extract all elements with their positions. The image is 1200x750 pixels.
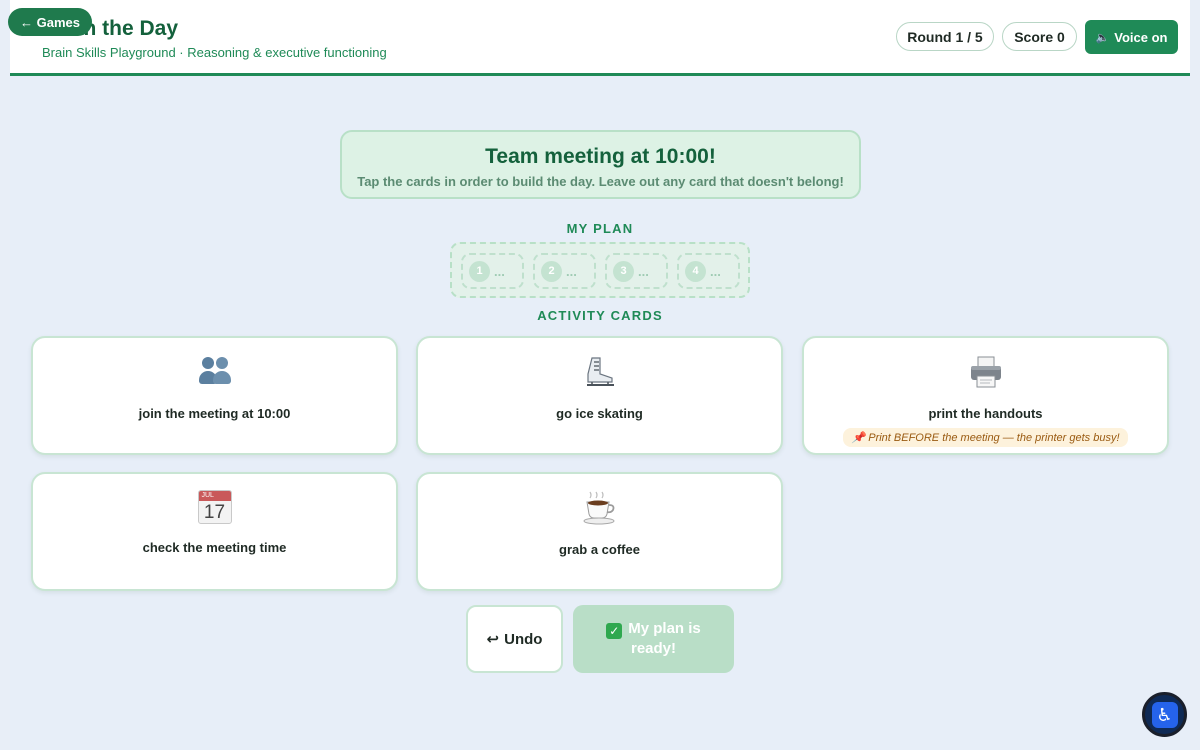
voice-toggle-button[interactable]: 🔈 Voice on — [1085, 20, 1178, 54]
slot-number: 2 — [541, 260, 562, 282]
plan-slot-1[interactable]: 1 ... — [461, 253, 524, 289]
top-bar: Plan the Day Brain Skills Playground · R… — [10, 0, 1190, 76]
task-title: Team meeting at 10:00! — [485, 145, 716, 168]
card-label: check the meeting time — [142, 540, 287, 555]
slot-placeholder: ... — [710, 263, 721, 279]
accessibility-button[interactable]: ♿ — [1142, 692, 1187, 737]
task-instruction: Tap the cards in order to build the day.… — [357, 174, 844, 189]
slot-number: 1 — [469, 260, 490, 282]
card-hint: 📌 Print BEFORE the meeting — the printer… — [843, 428, 1128, 447]
undo-button[interactable]: ↩ Undo — [466, 605, 563, 673]
calendar-icon: JUL 17 — [197, 490, 232, 524]
accessibility-icon: ♿ — [1151, 701, 1178, 728]
page-subtitle: Brain Skills Playground · Reasoning & ex… — [42, 45, 387, 60]
my-plan-heading: MY PLAN — [566, 221, 634, 236]
card-label: print the handouts — [928, 406, 1043, 421]
ice-skate-icon — [582, 354, 618, 390]
activity-card-check-time[interactable]: JUL 17 check the meeting time — [31, 472, 398, 591]
card-label: go ice skating — [556, 406, 643, 421]
people-icon — [197, 354, 233, 390]
back-to-games-button[interactable]: ← Games — [8, 8, 92, 36]
undo-label: Undo — [504, 630, 543, 648]
calendar-day: 17 — [203, 502, 226, 523]
plan-slot-4[interactable]: 4 ... — [677, 253, 740, 289]
score-indicator: Score 0 — [1002, 22, 1077, 51]
activity-card-grab-coffee[interactable]: grab a coffee — [416, 472, 783, 591]
printer-icon — [968, 354, 1004, 390]
check-icon: ✓ — [606, 623, 623, 639]
slot-placeholder: ... — [494, 263, 505, 279]
plan-slot-3[interactable]: 3 ... — [605, 253, 668, 289]
round-indicator: Round 1 / 5 — [896, 22, 994, 51]
plan-ready-button[interactable]: ✓ My plan is ready! — [573, 605, 734, 673]
activity-card-join-meeting[interactable]: join the meeting at 10:00 — [31, 336, 398, 455]
undo-icon: ↩ — [486, 631, 500, 648]
slot-number: 4 — [685, 260, 706, 282]
calendar-month: JUL — [198, 491, 231, 501]
card-label: grab a coffee — [559, 542, 640, 557]
coffee-icon — [582, 490, 618, 526]
slot-number: 3 — [613, 260, 634, 282]
activity-card-ice-skating[interactable]: go ice skating — [416, 336, 783, 455]
activity-card-print-handouts[interactable]: print the handouts 📌 Print BEFORE the me… — [802, 336, 1169, 455]
voice-toggle-label: Voice on — [1114, 29, 1168, 45]
slot-placeholder: ... — [566, 263, 577, 279]
card-label: join the meeting at 10:00 — [138, 406, 291, 421]
plan-slot-2[interactable]: 2 ... — [533, 253, 596, 289]
speaker-icon: 🔈 — [1095, 31, 1110, 44]
plan-ready-label: My plan is ready! — [628, 620, 701, 657]
plan-slots: 1 ... 2 ... 3 ... 4 ... — [450, 242, 750, 298]
slot-placeholder: ... — [638, 263, 649, 279]
task-banner: Team meeting at 10:00! Tap the cards in … — [340, 130, 861, 199]
activity-cards-heading: ACTIVITY CARDS — [537, 308, 663, 323]
